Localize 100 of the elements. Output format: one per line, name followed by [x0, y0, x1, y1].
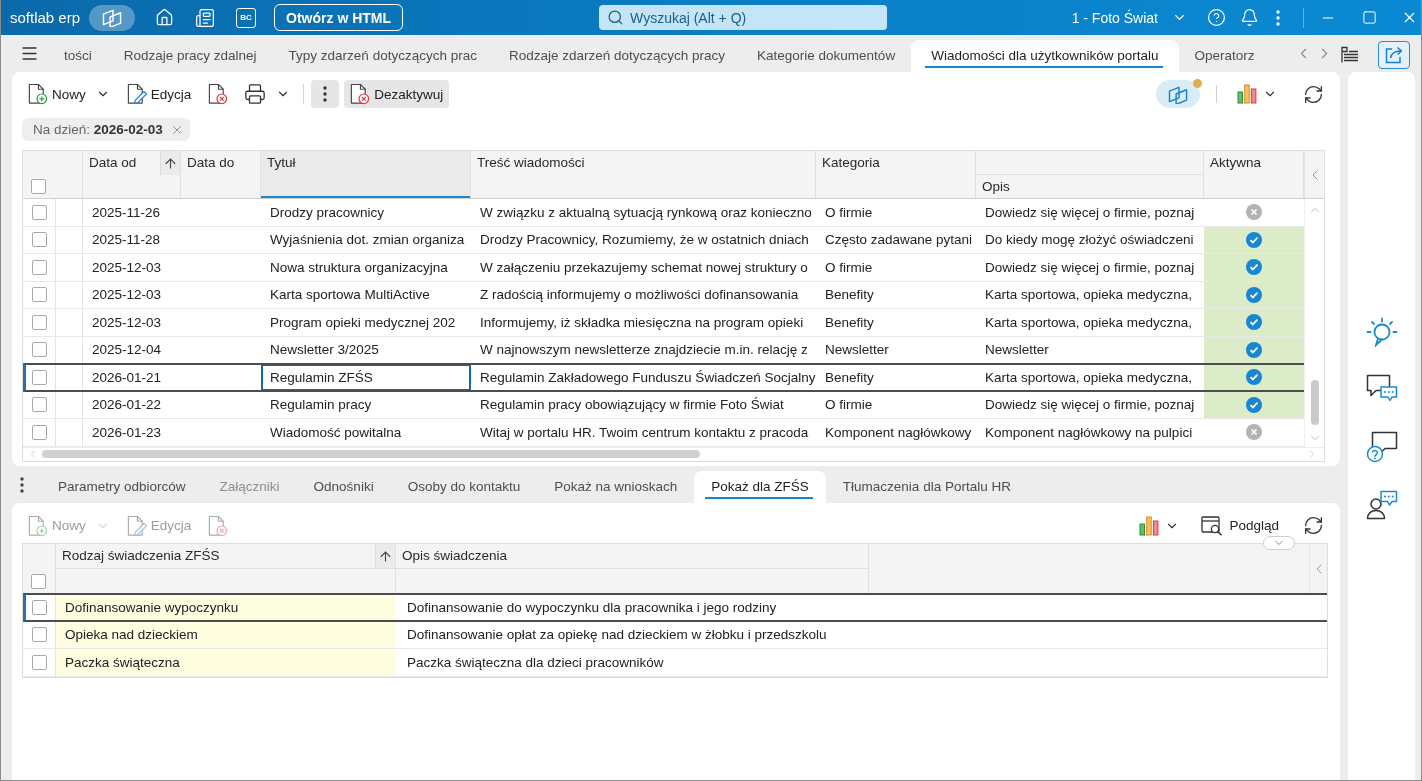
filter-field[interactable]: [56, 568, 396, 593]
bell-icon[interactable]: [1240, 8, 1259, 27]
checkbox[interactable]: [31, 342, 47, 358]
checkbox[interactable]: [31, 369, 47, 385]
table-cell-text: Wyjaśnienia dot. zmian organiza: [269, 231, 466, 250]
tab[interactable]: Wiadomości dla użytkowników portalu: [911, 40, 1179, 72]
table-row[interactable]: 2025-12-03 Nowa struktura organizacyjna W załączeniu przekazujemy schemat nowej struktury o O firmie Dowiedz się więcej o firmie, poznaj: [23, 254, 1304, 282]
table-cell-text: Newsletter: [984, 341, 1050, 360]
checkbox[interactable]: [31, 654, 47, 670]
person-chat-icon[interactable]: [1365, 490, 1398, 520]
refresh-icon[interactable]: [1303, 515, 1324, 536]
bc-button[interactable]: BC: [236, 7, 257, 28]
tab[interactable]: Rodzaje pracy zdalnej: [107, 40, 273, 72]
tab[interactable]: Kategorie dokumentów: [741, 40, 912, 72]
checkbox[interactable]: [31, 574, 46, 589]
table-row[interactable]: 2025-11-28 Wyjaśnienia dot. zmian organiza Drodzy Pracownicy, Rozumiemy, że w ostatnich dniach Często zadawane pytani Do kiedy mogę złożyć oświadczeni: [23, 226, 1304, 254]
search-icon: [607, 9, 625, 26]
idea-icon[interactable]: [1365, 317, 1398, 347]
filter-chip[interactable]: Na dzień: 2026-02-03: [22, 118, 190, 141]
tab[interactable]: Osoby do kontaktu: [390, 471, 538, 503]
new-button[interactable]: Nowy: [22, 80, 116, 108]
views-button[interactable]: [1156, 80, 1200, 108]
tab[interactable]: tości: [48, 40, 108, 72]
more-button[interactable]: [311, 80, 340, 108]
tab[interactable]: Parametry odbiorców: [41, 471, 203, 503]
menu-icon[interactable]: [20, 44, 39, 63]
column-header[interactable]: Opis: [976, 175, 1203, 198]
table-row[interactable]: 2025-11-26 Drodzy pracownicy W związku z aktualną sytuacją rynkową oraz konieczno O firmie Dowiedz się więcej o firmie, poznaj: [23, 199, 1304, 227]
preview-button[interactable]: Podgląd: [1197, 511, 1283, 540]
open-html-button[interactable]: Otwórz w HTML: [274, 4, 404, 31]
home-icon[interactable]: [155, 8, 175, 27]
tab[interactable]: Operatorz: [1178, 40, 1271, 72]
tab-list-icon[interactable]: [1341, 45, 1359, 64]
table-row[interactable]: 2025-12-03 Program opieki medycznej 202 Informujemy, iż składka miesięczna na program opieki Benefity Karta sportowa, opieka medyczna,: [23, 309, 1304, 337]
table-cell-text: Drodzy pracownicy: [269, 203, 386, 222]
table-cell-text: 2025-12-03: [91, 286, 163, 305]
file-edit-icon: [125, 514, 147, 537]
column-header[interactable]: Rodzaj świadczenia ZFŚS: [56, 544, 396, 568]
table-row[interactable]: Paczka świąteczna Paczka świąteczna dla dzieci pracowników: [23, 649, 1327, 677]
filter-field[interactable]: [396, 568, 869, 593]
table-cell-text: Dofinansowanie do wypoczynku dla pracownika i jego rodziny: [406, 598, 778, 617]
tab[interactable]: Rodzaje zdarzeń dotyczących pracy: [492, 40, 742, 72]
file-plus-icon: [27, 83, 48, 105]
table-row[interactable]: 2026-01-23 Wiadomość powitalna Witaj w portalu HR. Twoim centrum kontaktu z pracoda Komponent nagłówkowy Komponent nagłówkowy na pulpici: [23, 419, 1304, 447]
table-cell-text: Program opieki medycznej 202: [269, 313, 457, 332]
column-header[interactable]: Kategoria: [816, 151, 976, 198]
table-row[interactable]: 2026-01-22 Regulamin pracy Regulamin pracy obowiązujący w firmie Foto Świat O firmie Dowiedz się więcej o firmie, poznaj: [23, 391, 1304, 419]
kebab-icon[interactable]: [20, 476, 24, 493]
share-button[interactable]: [1378, 40, 1410, 69]
edit-button[interactable]: Edycja: [120, 80, 198, 108]
table-cell-text: Dowiedz się więcej o firmie, poznaj: [984, 396, 1196, 415]
checkbox[interactable]: [31, 204, 47, 220]
tab[interactable]: Tłumaczenia dla Portalu HR: [825, 471, 1028, 503]
column-header[interactable]: Aktywna: [1204, 151, 1304, 198]
column-header[interactable]: Data od: [83, 151, 181, 198]
table-cell-text: 2025-12-03: [91, 258, 163, 277]
company-selector[interactable]: 1 - Foto Świat: [1071, 9, 1187, 26]
column-header[interactable]: Opis świadczenia: [396, 544, 869, 568]
checkbox[interactable]: [31, 259, 47, 275]
table-cell-text: 2026-01-23: [91, 423, 163, 442]
collapse-button[interactable]: [1263, 536, 1295, 550]
checkbox[interactable]: [31, 232, 47, 248]
checkbox[interactable]: [31, 287, 47, 303]
table-cell-text: Dowiedz się więcej o firmie, poznaj: [984, 258, 1196, 277]
tab[interactable]: Pokaż dla ZFŚS: [694, 471, 826, 503]
table-cell-text: Komponent nagłówkowy: [824, 423, 973, 442]
checkbox[interactable]: [31, 179, 46, 194]
more-icon[interactable]: [1276, 9, 1280, 26]
help-chat-icon[interactable]: [1365, 431, 1398, 463]
checkbox[interactable]: [31, 314, 47, 330]
file-remove-icon: [207, 83, 229, 105]
table-cell-text: Często zadawane pytani: [824, 231, 974, 250]
refresh-icon[interactable]: [1303, 83, 1324, 105]
checkbox[interactable]: [31, 599, 47, 615]
scrollbar-thumb[interactable]: [1310, 379, 1319, 425]
table-row[interactable]: Dofinansowanie wypoczynku Dofinansowanie do wypoczynku dla pracownika i jego rodziny: [23, 594, 1327, 622]
table-cell-text: Drodzy Pracownicy, Rozumiemy, że w ostatnich dniach: [479, 231, 810, 250]
checkbox[interactable]: [31, 397, 47, 413]
table-row[interactable]: 2025-12-03 Karta sportowa MultiActive Z radością informujemy o możliwości dofinansowania Benefity Karta sportowa, opieka medyczna,: [23, 281, 1304, 309]
column-header[interactable]: Tytuł: [261, 151, 471, 198]
tab[interactable]: Odnośniki: [296, 471, 391, 503]
table-row[interactable]: 2025-12-04 Newsletter 3/2025 W najnowszym newsletterze znajdziecie m.in. relację z Newsletter Newsletter: [23, 336, 1304, 364]
chat-icon[interactable]: [1365, 374, 1398, 404]
workspace-button[interactable]: [89, 4, 136, 31]
search-field[interactable]: Wyszukaj (Alt + Q): [599, 5, 888, 30]
checkbox[interactable]: [31, 627, 47, 643]
help-icon[interactable]: [1207, 8, 1226, 27]
table-cell-text: 2025-11-28: [91, 231, 162, 250]
table-row[interactable]: 2026-01-21 Regulamin ZFŚS Regulamin Zakładowego Funduszu Świadczeń Socjalny Benefity Karta sportowa, opieka medyczna,: [23, 364, 1304, 392]
column-header[interactable]: Treść wiadomości: [471, 151, 816, 198]
tab[interactable]: Typy zdarzeń dotyczących prac: [272, 40, 493, 72]
scrollbar-thumb[interactable]: [42, 450, 700, 458]
maximize-icon[interactable]: [1362, 10, 1377, 25]
table-row[interactable]: Opieka nad dzieckiem Dofinansowanie opłat za opiekę nad dzieckiem w żłobku i przedszkolu: [23, 621, 1327, 649]
newspaper-icon[interactable]: [195, 7, 216, 28]
tab[interactable]: Pokaż na wnioskach: [537, 471, 695, 503]
table-cell-text: Newsletter 3/2025: [269, 341, 380, 360]
table-cell-text: 2025-12-04: [91, 341, 163, 360]
deactivate-button[interactable]: Dezaktywuj: [344, 80, 450, 108]
checkbox[interactable]: [31, 424, 47, 440]
